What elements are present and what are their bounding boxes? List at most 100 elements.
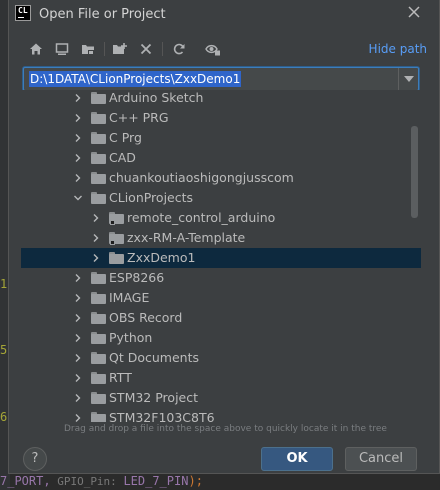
chevron-right-icon[interactable]	[73, 293, 83, 303]
ok-button[interactable]: OK	[261, 447, 333, 471]
chevron-right-icon[interactable]	[73, 273, 83, 283]
tree-item-label: OBS Record	[109, 310, 183, 325]
tree-item-label: Qt Documents	[109, 350, 199, 365]
tree-row[interactable]: ZxxDemo1	[21, 248, 421, 268]
folder-icon	[91, 332, 106, 344]
chevron-down-icon[interactable]	[73, 193, 83, 203]
folder-icon	[91, 172, 106, 184]
tree-row[interactable]: Python	[21, 328, 421, 348]
chevron-right-icon[interactable]	[91, 233, 101, 243]
param-hint: GPIO_Pin:	[50, 475, 124, 488]
tree-row[interactable]: CAD	[21, 148, 421, 168]
home-button[interactable]	[27, 40, 45, 58]
close-button[interactable]	[405, 5, 423, 23]
project-folder-button[interactable]	[79, 40, 97, 58]
tree-row[interactable]: RTT	[21, 368, 421, 388]
chevron-right-icon[interactable]	[73, 353, 83, 363]
chevron-right-icon[interactable]	[73, 133, 83, 143]
chevron-right-icon[interactable]	[91, 253, 101, 263]
tree-item-label: Python	[109, 330, 153, 345]
app-icon-text: CL	[18, 6, 28, 15]
tree-row[interactable]: STM32F103C8T6	[21, 408, 421, 422]
project-folder-icon	[82, 45, 94, 55]
file-tree[interactable]: Arduino Sketch C++ PRG C Prg CAD chuankoutia…	[21, 90, 421, 422]
toolbar-separator	[104, 42, 105, 56]
delete-icon	[140, 43, 152, 55]
toolbar: Hide path	[9, 36, 439, 62]
tree-item-label: CAD	[109, 150, 136, 165]
refresh-icon	[173, 43, 185, 55]
tree-row[interactable]: CLionProjects	[21, 188, 421, 208]
desktop-icon	[55, 43, 69, 55]
tree-row[interactable]: chuankoutiaoshigongjusscom	[21, 168, 421, 188]
cancel-button[interactable]: Cancel	[345, 447, 417, 471]
tree-item-label: CLionProjects	[109, 190, 194, 205]
folder-icon	[91, 92, 106, 104]
tree-item-label: ESP8266	[109, 270, 165, 285]
folder-icon	[91, 352, 106, 364]
tree-item-label: STM32F103C8T6	[109, 410, 215, 422]
folder-icon	[91, 152, 106, 164]
tree-row[interactable]: OBS Record	[21, 308, 421, 328]
hide-path-link[interactable]: Hide path	[369, 42, 427, 56]
chevron-right-icon[interactable]	[91, 213, 101, 223]
tree-row[interactable]: Arduino Sketch	[21, 90, 421, 108]
tree-item-label: C Prg	[109, 130, 142, 145]
chevron-right-icon[interactable]	[73, 153, 83, 163]
desktop-button[interactable]	[53, 40, 71, 58]
tree-item-label: Arduino Sketch	[109, 90, 204, 105]
path-history-dropdown[interactable]	[398, 68, 418, 90]
tree-item-label: remote_control_arduino	[127, 210, 276, 225]
tree-item-label: zxx-RM-A-Template	[127, 230, 246, 245]
new-folder-icon	[113, 43, 127, 54]
tree-row[interactable]: C Prg	[21, 128, 421, 148]
chevron-right-icon[interactable]	[73, 173, 83, 183]
tree-scrollbar[interactable]	[411, 126, 418, 218]
help-button[interactable]: ?	[23, 447, 47, 471]
tree-row[interactable]: ESP8266	[21, 268, 421, 288]
chevron-down-icon	[403, 76, 414, 82]
code-token: LED_7_PIN	[123, 474, 189, 488]
code-token: );	[188, 474, 203, 488]
folder-icon	[91, 272, 106, 284]
tree-item-label: STM32 Project	[109, 390, 199, 405]
folder-icon	[91, 132, 106, 144]
close-icon	[408, 6, 420, 18]
chevron-right-icon[interactable]	[73, 413, 83, 422]
chevron-right-icon[interactable]	[73, 333, 83, 343]
folder-icon	[91, 412, 106, 422]
tree-item-label: C++ PRG	[109, 110, 169, 125]
folder-icon	[91, 372, 106, 384]
chevron-right-icon[interactable]	[73, 93, 83, 103]
code-token: 7_PORT,	[0, 474, 51, 488]
delete-button[interactable]	[137, 40, 155, 58]
drag-drop-hint: Drag and drop a file into the space abov…	[64, 424, 387, 434]
toolbar-separator	[162, 42, 163, 56]
tree-item-label: chuankoutiaoshigongjusscom	[109, 170, 294, 185]
tree-row[interactable]: Qt Documents	[21, 348, 421, 368]
tree-item-label: IMAGE	[109, 290, 150, 305]
show-hidden-icon	[205, 44, 220, 56]
tree-item-label: RTT	[109, 370, 132, 385]
editor-code-line: 7_PORT, GPIO_Pin: LED_7_PIN);	[0, 474, 440, 490]
chevron-right-icon[interactable]	[73, 113, 83, 123]
home-icon	[30, 43, 42, 55]
path-input[interactable]: D:\1DATA\CLionProjects\ZxxDemo1	[23, 67, 419, 91]
tree-row[interactable]: IMAGE	[21, 288, 421, 308]
folder-icon	[91, 392, 106, 404]
dialog-title: Open File or Project	[39, 7, 166, 22]
refresh-button[interactable]	[170, 40, 188, 58]
tree-row[interactable]: zxx-RM-A-Template	[21, 228, 421, 248]
new-folder-button[interactable]	[111, 40, 129, 58]
clion-app-icon: CL	[15, 5, 31, 21]
chevron-right-icon[interactable]	[73, 313, 83, 323]
tree-row[interactable]: remote_control_arduino	[21, 208, 421, 228]
path-value: D:\1DATA\CLionProjects\ZxxDemo1	[29, 71, 242, 87]
tree-row[interactable]: STM32 Project	[21, 388, 421, 408]
chevron-right-icon[interactable]	[73, 373, 83, 383]
chevron-right-icon[interactable]	[73, 393, 83, 403]
tree-row[interactable]: C++ PRG	[21, 108, 421, 128]
show-hidden-button[interactable]	[204, 40, 222, 58]
folder-icon	[91, 312, 106, 324]
tree-item-label: ZxxDemo1	[127, 250, 196, 265]
